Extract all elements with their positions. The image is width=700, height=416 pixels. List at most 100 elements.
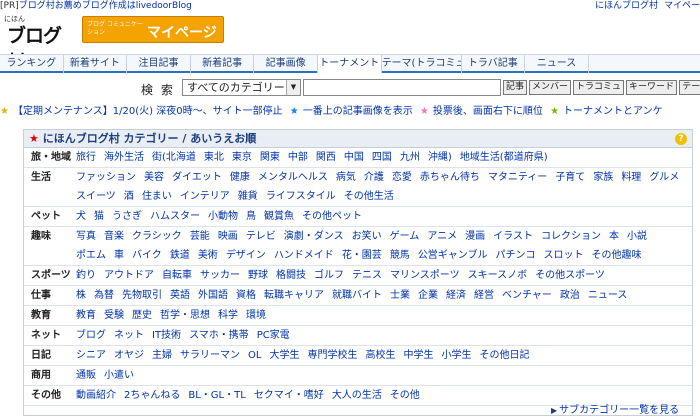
category-link[interactable]: イラスト bbox=[493, 227, 533, 246]
category-link[interactable]: スキースノボ bbox=[468, 266, 528, 285]
category-link[interactable]: スイーツ bbox=[76, 187, 116, 206]
category-link[interactable]: その他ペット bbox=[302, 207, 362, 226]
category-link[interactable]: 旅行 bbox=[76, 148, 96, 167]
category-link[interactable]: 経済 bbox=[446, 286, 466, 305]
category-link[interactable]: テニス bbox=[352, 266, 382, 285]
category-link[interactable]: デザイン bbox=[226, 246, 266, 265]
category-link[interactable]: 酒 bbox=[124, 187, 134, 206]
category-link[interactable]: 動画紹介 bbox=[76, 386, 116, 405]
category-link[interactable]: マタニティー bbox=[488, 168, 547, 187]
category-link[interactable]: 街(北海道 bbox=[152, 148, 196, 167]
category-link[interactable]: 株 bbox=[76, 286, 86, 305]
category-link[interactable]: 住まい bbox=[142, 187, 172, 206]
category-link[interactable]: シニア bbox=[76, 346, 106, 365]
help-icon[interactable]: ? bbox=[675, 133, 687, 145]
category-link[interactable]: 美容 bbox=[144, 168, 164, 187]
category-link[interactable]: 士業 bbox=[390, 286, 410, 305]
category-link[interactable]: 健康 bbox=[230, 168, 250, 187]
category-link[interactable]: 格闘技 bbox=[276, 266, 306, 285]
vote-notice-link[interactable]: 投票後、画面右下に順位 bbox=[433, 106, 543, 117]
category-link[interactable]: 主婦 bbox=[152, 346, 172, 365]
category-link[interactable]: 子育て bbox=[555, 168, 585, 187]
category-link[interactable]: インテリア bbox=[180, 187, 230, 206]
category-link[interactable]: サラリーマン bbox=[180, 346, 240, 365]
category-link[interactable]: その他趣味 bbox=[592, 246, 642, 265]
category-link[interactable]: その他生活 bbox=[344, 187, 394, 206]
category-link[interactable]: ベンチャー bbox=[502, 286, 552, 305]
category-link[interactable]: 本 bbox=[609, 227, 619, 246]
category-link[interactable]: 哲学・思想 bbox=[160, 306, 210, 325]
search-articles-button[interactable]: 記事 bbox=[503, 80, 528, 95]
category-link[interactable]: 自転車 bbox=[162, 266, 192, 285]
category-link[interactable]: 車 bbox=[114, 246, 124, 265]
search-tracomyu-button[interactable]: トラコミュ bbox=[573, 80, 625, 95]
tab-new-articles[interactable]: 新着記事 bbox=[191, 55, 255, 73]
category-link[interactable]: 赤ちゃん待ち bbox=[420, 168, 480, 187]
category-link[interactable]: 関西 bbox=[316, 148, 336, 167]
tab-news[interactable]: ニュース bbox=[525, 55, 589, 73]
category-link[interactable]: コレクション bbox=[541, 227, 601, 246]
category-link[interactable]: お笑い bbox=[352, 227, 382, 246]
category-link[interactable]: 漫画 bbox=[465, 227, 485, 246]
category-link[interactable]: 専門学校生 bbox=[307, 346, 357, 365]
category-link[interactable]: ニュース bbox=[588, 286, 628, 305]
tab-article-images[interactable]: 記事画像 bbox=[254, 55, 318, 73]
category-link[interactable]: オヤジ bbox=[114, 346, 144, 365]
category-link[interactable]: 犬 bbox=[76, 207, 86, 226]
category-link[interactable]: 通販 bbox=[76, 366, 96, 385]
category-link[interactable]: 2ちゃんねる bbox=[124, 386, 180, 405]
category-link[interactable]: 就職バイト bbox=[332, 286, 382, 305]
category-link[interactable]: 高校生 bbox=[365, 346, 395, 365]
category-link[interactable]: その他スポーツ bbox=[535, 266, 605, 285]
category-link[interactable]: ネット bbox=[114, 326, 144, 345]
category-link[interactable]: うさぎ bbox=[112, 207, 142, 226]
maintenance-notice-link[interactable]: 【定期メンテナンス】1/20(火) 深夜0時〜、サイト一部停止 bbox=[13, 106, 283, 117]
category-link[interactable]: 四国 bbox=[372, 148, 392, 167]
category-link[interactable]: 病気 bbox=[336, 168, 356, 187]
category-link[interactable]: アニメ bbox=[427, 227, 457, 246]
category-link[interactable]: BL・GL・TL bbox=[188, 386, 245, 405]
category-link[interactable]: 鳥 bbox=[246, 207, 256, 226]
category-link[interactable]: クラシック bbox=[132, 227, 182, 246]
category-link[interactable]: 大人の生活 bbox=[332, 386, 382, 405]
search-theme-button[interactable]: テーマ bbox=[679, 80, 700, 95]
category-link[interactable]: ライフスタイル bbox=[266, 187, 336, 206]
category-link[interactable]: 外国語 bbox=[198, 286, 228, 305]
category-link[interactable]: 恋愛 bbox=[392, 168, 412, 187]
category-link[interactable]: 経営 bbox=[474, 286, 494, 305]
category-link[interactable]: 写真 bbox=[76, 227, 96, 246]
search-input[interactable] bbox=[303, 79, 501, 96]
category-link[interactable]: ダイエット bbox=[172, 168, 222, 187]
category-link[interactable]: 音楽 bbox=[104, 227, 124, 246]
category-link[interactable]: 政治 bbox=[560, 286, 580, 305]
mypage-button[interactable]: ブログ コミュニケーション マイページ bbox=[82, 16, 224, 43]
category-link[interactable]: バイク bbox=[132, 246, 162, 265]
category-link[interactable]: PC家電 bbox=[257, 326, 290, 345]
category-select[interactable]: すべてのカテゴリー ▼ bbox=[182, 79, 301, 96]
category-link[interactable]: ハンドメイド bbox=[274, 246, 334, 265]
category-link[interactable]: 美術 bbox=[198, 246, 218, 265]
category-link[interactable]: 英語 bbox=[170, 286, 190, 305]
category-link[interactable]: 中国 bbox=[344, 148, 364, 167]
category-link[interactable]: 雑貨 bbox=[238, 187, 258, 206]
category-link[interactable]: 小学生 bbox=[441, 346, 471, 365]
nihon-blogmura-link[interactable]: にほんブログ村 bbox=[595, 1, 658, 11]
category-link[interactable]: 歴史 bbox=[132, 306, 152, 325]
category-link[interactable]: その他日記 bbox=[479, 346, 529, 365]
category-link[interactable]: ゲーム bbox=[390, 227, 420, 246]
category-link[interactable]: 公営ギャンブル bbox=[418, 246, 488, 265]
category-link[interactable]: グルメ bbox=[649, 168, 679, 187]
category-link[interactable]: ポエム bbox=[76, 246, 106, 265]
category-link[interactable]: パチンコ bbox=[496, 246, 536, 265]
site-logo[interactable]: にほん ブログ村 bbox=[4, 14, 76, 74]
category-link[interactable]: 科学 bbox=[218, 306, 238, 325]
category-link[interactable]: セクマイ・嗜好 bbox=[254, 386, 324, 405]
category-link[interactable]: 演劇・ダンス bbox=[284, 227, 344, 246]
tab-theme[interactable]: テーマ(トラコミュ) bbox=[382, 55, 462, 73]
category-link[interactable]: 映画 bbox=[218, 227, 238, 246]
category-link[interactable]: マリンスポーツ bbox=[390, 266, 460, 285]
category-link[interactable]: その他 bbox=[390, 386, 420, 405]
category-link[interactable]: サッカー bbox=[200, 266, 240, 285]
tab-featured-articles[interactable]: 注目記事 bbox=[127, 55, 191, 73]
category-link[interactable]: ブログ bbox=[76, 326, 106, 345]
